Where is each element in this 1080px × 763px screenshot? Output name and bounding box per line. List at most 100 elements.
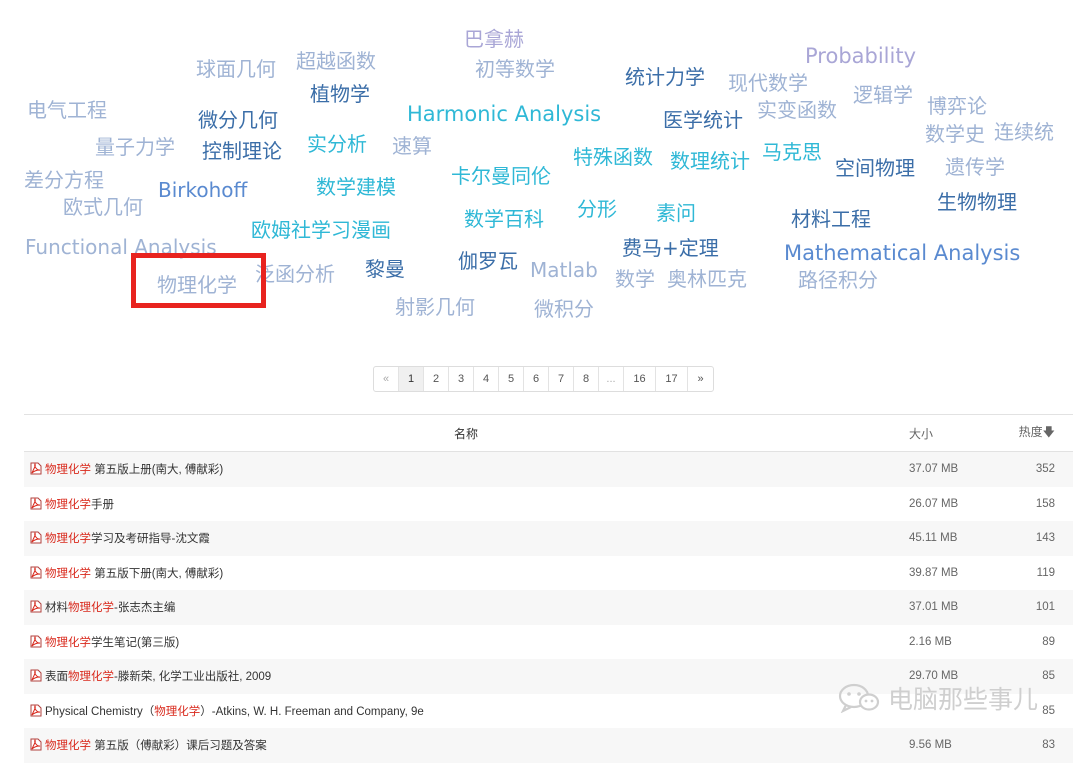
tag-link[interactable]: 现代数学	[728, 73, 808, 93]
page-button[interactable]: 3	[449, 367, 474, 391]
tag-link[interactable]: 素问	[656, 203, 696, 223]
file-name-suffix: 第五版下册(南大, 傅献彩)	[91, 567, 224, 580]
table-row[interactable]: 物理化学 第五版上册(南大, 傅献彩) 37.07 MB 352	[24, 451, 1073, 487]
tag-link[interactable]: 差分方程	[24, 170, 104, 190]
tag-link[interactable]: 巴拿赫	[464, 29, 524, 49]
tag-link[interactable]: 数学史	[925, 124, 985, 144]
file-name-cell[interactable]: 物理化学 第五版上册(南大, 傅献彩)	[24, 451, 908, 487]
tag-link[interactable]: 逻辑学	[853, 85, 913, 105]
tag-link[interactable]: 空间物理	[835, 158, 915, 178]
next-page-button[interactable]: »	[688, 367, 713, 391]
tag-link[interactable]: 数学百科	[464, 209, 544, 229]
tag-link[interactable]: Matlab	[530, 260, 598, 280]
tag-link[interactable]: 路径积分	[798, 270, 878, 290]
file-name-suffix: 第五版上册(南大, 傅献彩)	[91, 464, 224, 477]
table-row[interactable]: 物理化学 第五版下册(南大, 傅献彩) 39.87 MB 119	[24, 555, 1073, 590]
prev-page-button[interactable]: «	[374, 367, 399, 391]
table-row[interactable]: 物理化学学生笔记(第三版) 2.16 MB 89	[24, 624, 1073, 659]
file-name-suffix: 学生笔记(第三版)	[91, 636, 180, 649]
tag-link[interactable]: 生物物理	[937, 192, 1017, 212]
file-size-cell: 26.07 MB	[908, 486, 994, 521]
file-name-cell[interactable]: 物理化学学生笔记(第三版)	[24, 624, 908, 659]
pdf-file-icon	[30, 704, 42, 717]
page-button[interactable]: 2	[424, 367, 449, 391]
tag-link[interactable]: 医学统计	[663, 110, 743, 130]
heat-cell: 101	[994, 590, 1073, 625]
file-name-cell[interactable]: 物理化学学习及考研指导-沈文霞	[24, 521, 908, 556]
file-name-cell[interactable]: 表面物理化学-滕新荣, 化学工业出版社, 2009	[24, 659, 908, 694]
tag-link[interactable]: 博弈论	[927, 96, 987, 116]
watermark: 电脑那些事儿	[838, 680, 1038, 716]
tag-link[interactable]: 分形	[577, 199, 617, 219]
tag-link[interactable]: 数学建模	[316, 177, 396, 197]
tag-link[interactable]: 材料工程	[791, 209, 871, 229]
keyword-highlight: 物理化学	[45, 740, 91, 753]
tag-link[interactable]: 植物学	[310, 84, 370, 104]
file-name-cell[interactable]: 物理化学手册	[24, 486, 908, 521]
tag-link[interactable]: 遗传学	[945, 157, 1005, 177]
pdf-file-icon	[30, 600, 42, 613]
tag-link[interactable]: 控制理论	[202, 141, 282, 161]
tag-link[interactable]: 数理统计	[670, 151, 750, 171]
tag-link[interactable]: 球面几何	[196, 59, 276, 79]
tag-link[interactable]: 连续统	[994, 122, 1054, 142]
file-name-cell[interactable]: 材料物理化学-张志杰主编	[24, 590, 908, 625]
page-button[interactable]: 4	[474, 367, 499, 391]
file-name-cell[interactable]: 物理化学 第五版（傅献彩）课后习题及答案	[24, 728, 908, 763]
tag-link[interactable]: Mathematical Analysis	[784, 243, 1020, 264]
page-button[interactable]: 6	[524, 367, 549, 391]
tag-link[interactable]: Probability	[805, 46, 916, 67]
tag-link[interactable]: 电气工程	[27, 100, 107, 120]
tag-link[interactable]: 初等数学	[475, 59, 555, 79]
tag-link[interactable]: 泛函分析	[255, 264, 335, 284]
file-name-cell[interactable]: Physical Chemistry（物理化学）-Atkins, W. H. F…	[24, 693, 908, 728]
tag-link[interactable]: 射影几何	[395, 297, 475, 317]
file-size-cell: 39.87 MB	[908, 555, 994, 590]
tag-link[interactable]: 马克思	[762, 142, 822, 162]
tag-link[interactable]: 卡尔曼同伦	[451, 166, 551, 186]
tag-link[interactable]: 统计力学	[625, 67, 705, 87]
tag-link[interactable]: Birkohoff	[158, 180, 247, 200]
tag-link[interactable]: 量子力学	[95, 137, 175, 157]
keyword-highlight: 物理化学	[45, 636, 91, 649]
keyword-highlight: 物理化学	[45, 567, 91, 580]
tag-link[interactable]: 数学	[615, 269, 655, 289]
page-button[interactable]: 1	[399, 367, 424, 391]
tag-link[interactable]: 特殊函数	[573, 147, 653, 167]
heat-cell: 158	[994, 486, 1073, 521]
page-button[interactable]: 8	[574, 367, 599, 391]
table-row[interactable]: 物理化学学习及考研指导-沈文霞 45.11 MB 143	[24, 521, 1073, 556]
tag-link[interactable]: 超越函数	[296, 51, 376, 71]
tag-link[interactable]: Harmonic Analysis	[407, 104, 601, 125]
tag-link[interactable]: 速算	[392, 136, 432, 156]
page-button[interactable]: 17	[656, 367, 688, 391]
tag-link[interactable]: 实分析	[307, 134, 367, 154]
tag-link[interactable]: 微积分	[534, 299, 594, 319]
table-row[interactable]: 材料物理化学-张志杰主编 37.01 MB 101	[24, 590, 1073, 625]
file-name-cell[interactable]: 物理化学 第五版下册(南大, 傅献彩)	[24, 555, 908, 590]
column-header-name[interactable]: 名称	[24, 414, 908, 452]
file-size-cell: 2.16 MB	[908, 624, 994, 659]
tag-link[interactable]: 欧姆社学习漫画	[251, 220, 391, 240]
file-size-cell: 45.11 MB	[908, 521, 994, 556]
tag-link[interactable]: 奥林匹克	[667, 269, 747, 289]
table-row[interactable]: 物理化学手册 26.07 MB 158	[24, 486, 1073, 521]
column-header-size[interactable]: 大小	[908, 414, 994, 452]
page-button[interactable]: 16	[624, 367, 656, 391]
tag-link[interactable]: 黎曼	[365, 259, 405, 279]
page-button[interactable]: 5	[499, 367, 524, 391]
file-size-cell: 37.01 MB	[908, 590, 994, 625]
column-header-heat[interactable]: 热度🡇	[994, 414, 1073, 452]
table-row[interactable]: 物理化学 第五版（傅献彩）课后习题及答案 9.56 MB 83	[24, 728, 1073, 763]
tag-link[interactable]: 实变函数	[757, 100, 837, 120]
keyword-highlight: 物理化学	[45, 464, 91, 477]
tag-link[interactable]: 伽罗瓦	[458, 251, 518, 271]
tag-link[interactable]: 欧式几何	[63, 197, 143, 217]
page-ellipsis: ...	[599, 367, 624, 391]
page-button[interactable]: 7	[549, 367, 574, 391]
tag-link[interactable]: 微分几何	[198, 110, 278, 130]
pdf-file-icon	[30, 497, 42, 510]
keyword-highlight: 物理化学	[45, 498, 91, 511]
tag-link[interactable]: 费马+定理	[622, 238, 719, 258]
file-name-suffix: ）-Atkins, W. H. Freeman and Company, 9e	[200, 705, 424, 718]
